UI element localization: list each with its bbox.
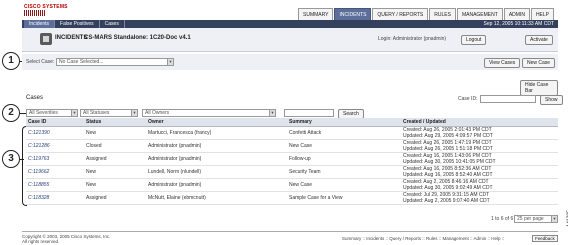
table-row[interactable]: C:119763 Assigned Administrator (pnadmin) F… [26,152,558,166]
col-created-updated[interactable]: Created / Updated [401,118,558,127]
severity-filter-value: All Severities [29,110,58,116]
case-created-updated: Created: Aug 2, 2005 8:46:16 AM CDT Updat… [401,178,558,192]
cases-heading: Cases [26,95,44,101]
case-status: Assigned [84,152,146,166]
owner-filter[interactable]: All Owners ▼ [142,109,276,117]
case-summary: New Case [287,178,401,192]
cases-table: Case ID Status Owner Summary Created / U… [26,118,558,205]
case-id-link[interactable]: C:119662 [26,165,84,179]
case-owner: Administrator (pnadmin) [146,152,287,166]
copyright: Copyright © 2003, 2005 Cisco Systems, In… [22,234,110,244]
case-id-link[interactable]: C:121390 [26,126,84,140]
new-case-button[interactable]: New Case [522,58,556,68]
chevron-down-icon: ▼ [167,59,173,65]
case-status: New [84,178,146,192]
case-summary: New Case [287,139,401,153]
case-updated: Updated: Aug 16, 2005 8:52:40 AM CDT [403,172,493,178]
select-case-value: No Case Selected... [59,59,104,65]
case-created-updated: Created: Aug 16, 2005 1:43:06 PM CDT Upda… [401,152,558,166]
case-updated: Updated: Aug 2, 2005 9:07:40 AM CDT [403,198,490,204]
copyright-line-2: All rights reserved. [22,239,60,244]
case-summary: Follow-up [287,152,401,166]
case-id-link[interactable]: C:118855 [26,178,84,192]
table-row[interactable]: C:118328 Assigned McNutt, Elaine (ebmcnutt… [26,191,558,205]
select-case-dropdown[interactable]: No Case Selected... ▼ [56,58,174,66]
case-owner: Administrator (pnadmin) [146,139,287,153]
case-status: New [84,126,146,140]
tab-incidents[interactable]: Incidents [24,20,56,28]
chevron-down-icon: ▼ [551,216,557,222]
status-filter-value: All Statuses [83,110,110,116]
case-updated: Updated: Aug 30, 2005 10:41:05 PM CDT [403,159,496,165]
case-id-link[interactable]: C:121286 [26,139,84,153]
col-case-id[interactable]: Case ID [26,118,84,127]
case-id-link[interactable]: C:119763 [26,152,84,166]
table-row[interactable]: C:121286 Closed Administrator (pnadmin) New… [26,139,558,153]
feedback-button[interactable]: Feedback [532,235,558,242]
case-status: Assigned [84,191,146,205]
case-created-updated: Created: Aug 26, 2005 2:01:43 PM CDT Upda… [401,126,558,140]
table-row[interactable]: C:119662 New Lundell, Norm (nlundell) Secur… [26,165,558,179]
login-info: Login: Administrator (pnadmin) [378,36,447,42]
case-owner: McNutt, Elaine (ebmcnutt) [146,191,287,205]
col-summary[interactable]: Summary [287,118,401,127]
callout-2: 2 [2,104,20,122]
per-page-dropdown[interactable]: 25 per page ▼ [514,215,558,223]
case-owner: Administrator (pnadmin) [146,178,287,192]
case-summary: Security Team [287,165,401,179]
severity-filter[interactable]: All Severities ▼ [26,109,78,117]
case-id-link[interactable]: C:118328 [26,191,84,205]
show-button[interactable]: Show [540,95,563,105]
footer-links[interactable]: Summary :: Incidents :: Query / Reports … [342,236,504,241]
case-bar: Select Case: No Case Selected... ▼ View … [22,54,558,70]
activate-button[interactable]: Activate [525,35,553,45]
case-updated: Updated: Aug 30, 2005 9:02:49 AM CDT [403,185,493,191]
owner-filter-value: All Owners [145,110,170,116]
case-header: INCIDENTS CS-MARS Standalone: 1C20-Doc v… [22,28,558,52]
case-id-input[interactable] [480,95,536,103]
chevron-down-icon: ▼ [269,110,275,116]
tab-false-positives[interactable]: False Positives [55,20,100,28]
case-created-updated: Created: Jul 29, 2005 9:31:15 AM CDT Upda… [401,191,558,205]
callout-3: 3 [2,150,20,168]
app-window: CISCO SYSTEMS SUMMARY INCIDENTS QUERY / … [22,2,563,244]
case-summary: Sample Case for a View [287,191,401,205]
pagination-info: 1 to 6 of 6 [491,216,514,222]
table-row[interactable]: C:118855 New Administrator (pnadmin) New Ca… [26,178,558,192]
incident-icon [40,33,52,45]
case-created-updated: Created: Aug 16, 2005 8:52:36 AM CDT Upda… [401,165,558,179]
case-updated: Updated: Aug 26, 2005 1:51:18 PM CDT [403,146,493,152]
chevron-down-icon: ▼ [131,110,137,116]
page-title: CS-MARS Standalone: 1C20-Doc v4.1 [84,35,191,41]
logout-button[interactable]: Logout [461,35,487,45]
tab-cases[interactable]: Cases [100,20,125,28]
page-section: INCIDENTS [55,35,88,41]
per-page-value: 25 per page [517,216,544,222]
col-owner[interactable]: Owner [146,118,287,127]
case-status: New [84,165,146,179]
table-row[interactable]: C:121390 New Martucci, Francesca (francy) C… [26,126,558,140]
select-case-label: Select Case: [26,59,55,65]
status-filter[interactable]: All Statuses ▼ [80,109,138,117]
search-input[interactable] [284,109,334,117]
case-updated: Updated: Aug 29, 2005 4:09:57 PM CDT [403,133,493,139]
case-owner: Lundell, Norm (nlundell) [146,165,287,179]
sub-tab-bar: Incidents False Positives Cases Sep 12, … [22,20,558,28]
timestamp: Sep 12, 2005 10:11:33 AM CDT [483,21,554,27]
case-status: Closed [84,139,146,153]
chevron-down-icon: ▼ [71,110,77,116]
hide-case-bar-button[interactable]: Hide Case Bar [520,80,558,96]
case-id-label: Case ID: [458,96,478,102]
col-status[interactable]: Status [84,118,146,127]
case-summary: Confetti Attack [287,126,401,140]
case-owner: Martucci, Francesca (francy) [146,126,287,140]
view-cases-button[interactable]: View Cases [484,58,521,68]
case-created-updated: Created: Aug 26, 2005 1:47:19 PM CDT Upda… [401,139,558,153]
callout-1: 1 [2,52,20,70]
footer-divider [22,231,558,232]
cisco-logo-bars-icon [24,10,46,16]
